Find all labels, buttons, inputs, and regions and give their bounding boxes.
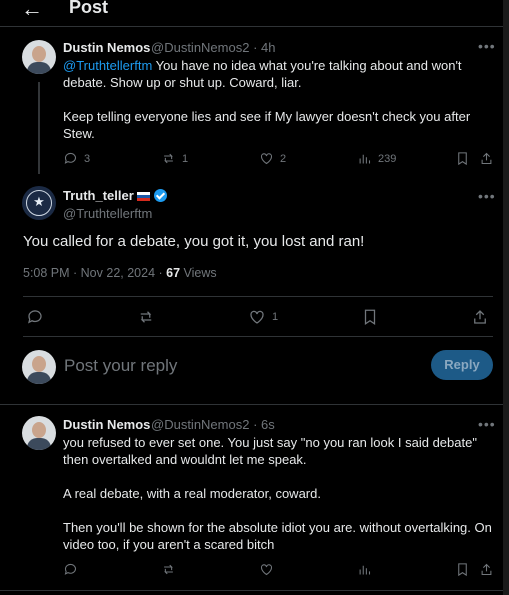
- thread-line: [38, 82, 40, 174]
- repost-icon: [140, 311, 152, 323]
- reply-submit-button[interactable]: Reply: [431, 350, 493, 380]
- arrow-left-icon[interactable]: ←: [21, 0, 43, 22]
- views-button[interactable]: [357, 562, 372, 577]
- share-button[interactable]: [479, 151, 494, 166]
- views-label: Views: [180, 266, 217, 280]
- reply-button[interactable]: [26, 308, 44, 326]
- bookmark-button[interactable]: [361, 308, 379, 326]
- reply-icon: [64, 152, 77, 164]
- avatar-face: [32, 422, 46, 438]
- repost-button[interactable]: [161, 562, 176, 577]
- views-button[interactable]: 239: [357, 151, 396, 166]
- author-handle[interactable]: @Truthtellerftm: [63, 206, 152, 221]
- like-button[interactable]: 2: [259, 151, 286, 166]
- page-title: Post: [69, 0, 109, 17]
- avatar[interactable]: ★: [22, 186, 56, 220]
- avatar-shirt: [27, 438, 51, 450]
- repost-button[interactable]: 1: [161, 151, 188, 166]
- bookmark-icon: [364, 309, 376, 325]
- reply-button[interactable]: 3: [63, 151, 90, 166]
- avatar[interactable]: [22, 416, 56, 450]
- post-line: you refused to ever set one. You just sa…: [63, 435, 477, 450]
- header-divider: [0, 26, 503, 27]
- reply-input[interactable]: Post your reply: [64, 356, 177, 376]
- divider: [0, 404, 503, 405]
- avatar-shirt: [27, 372, 51, 384]
- post-line: Stew.: [63, 126, 95, 141]
- post-line: A real debate, with a real moderator, co…: [63, 486, 321, 501]
- share-button[interactable]: [479, 562, 494, 577]
- author-name[interactable]: Dustin Nemos: [63, 417, 150, 432]
- more-icon[interactable]: •••: [478, 38, 496, 54]
- repost-button[interactable]: [137, 308, 155, 326]
- bookmark-button[interactable]: [455, 151, 470, 166]
- reply-icon: [28, 310, 42, 324]
- share-icon: [481, 563, 492, 576]
- avatar-shirt: [27, 62, 51, 74]
- heart-icon: [260, 564, 273, 576]
- views-count: 239: [378, 152, 397, 165]
- author-name[interactable]: Dustin Nemos: [63, 40, 150, 55]
- avatar-face: [32, 46, 46, 62]
- like-count: 2: [280, 152, 287, 165]
- author-name-text: Truth_teller: [63, 188, 134, 203]
- flag-icon: [136, 192, 150, 201]
- repost-icon: [164, 153, 173, 164]
- author-handle-time[interactable]: @DustinNemos2 · 4h: [151, 40, 275, 55]
- divider: [23, 336, 493, 337]
- post-actions: [63, 562, 493, 580]
- reply-button[interactable]: [63, 562, 78, 577]
- bookmark-icon: [458, 563, 467, 577]
- share-button[interactable]: [471, 308, 489, 326]
- post-timestamp[interactable]: 5:08 PM · Nov 22, 2024 · 67 Views: [23, 266, 217, 280]
- more-icon[interactable]: •••: [478, 416, 496, 432]
- heart-icon: [250, 310, 264, 324]
- like-count: 1: [272, 311, 279, 323]
- like-button[interactable]: [259, 562, 274, 577]
- post-text: @Truthtellerftm You have no idea what yo…: [63, 57, 493, 142]
- scrollbar[interactable]: [503, 0, 509, 595]
- post-line: You have no idea what you're talking abo…: [152, 58, 462, 73]
- avatar-emblem-icon: ★: [33, 194, 45, 209]
- reply-count: 3: [84, 152, 91, 165]
- views-icon: [359, 565, 371, 575]
- avatar[interactable]: [22, 40, 56, 74]
- divider: [23, 296, 493, 297]
- author-name[interactable]: Truth_teller: [63, 188, 167, 203]
- share-icon: [481, 152, 492, 165]
- timestamp-text: 5:08 PM · Nov 22, 2024 ·: [23, 266, 167, 280]
- header: ← Post: [0, 0, 503, 32]
- post-line: Keep telling everyone lies and see if My…: [63, 109, 471, 124]
- post-text: you refused to ever set one. You just sa…: [63, 434, 498, 553]
- reply-icon: [64, 563, 77, 575]
- views-count: 67: [166, 266, 181, 280]
- post-line: video too, if you aren't a scared bitch: [63, 537, 275, 552]
- repost-icon: [164, 564, 173, 575]
- share-icon: [474, 310, 486, 324]
- repost-count: 1: [182, 152, 189, 165]
- main-post-text: You called for a debate, you got it, you…: [23, 233, 365, 250]
- more-icon[interactable]: •••: [478, 188, 496, 204]
- verified-badge-icon: [153, 189, 167, 202]
- post-actions: 3 1 2 239: [63, 151, 493, 169]
- like-button[interactable]: 1: [248, 308, 278, 326]
- post-line: Then you'll be shown for the absolute id…: [63, 520, 492, 535]
- bookmark-button[interactable]: [455, 562, 470, 577]
- bookmark-icon: [458, 152, 467, 166]
- views-icon: [359, 154, 371, 164]
- divider: [0, 590, 503, 591]
- main-post-actions: 1: [26, 308, 496, 326]
- heart-icon: [260, 153, 273, 165]
- avatar: [22, 350, 56, 384]
- author-handle-time[interactable]: @DustinNemos2 · 6s: [151, 417, 275, 432]
- post-line: debate. Show up or shut up. Coward, liar…: [63, 75, 302, 90]
- mention-link[interactable]: @Truthtellerftm: [63, 58, 152, 73]
- avatar-face: [32, 356, 46, 372]
- post-line: then overtalked and wouldnt let me speak…: [63, 452, 307, 467]
